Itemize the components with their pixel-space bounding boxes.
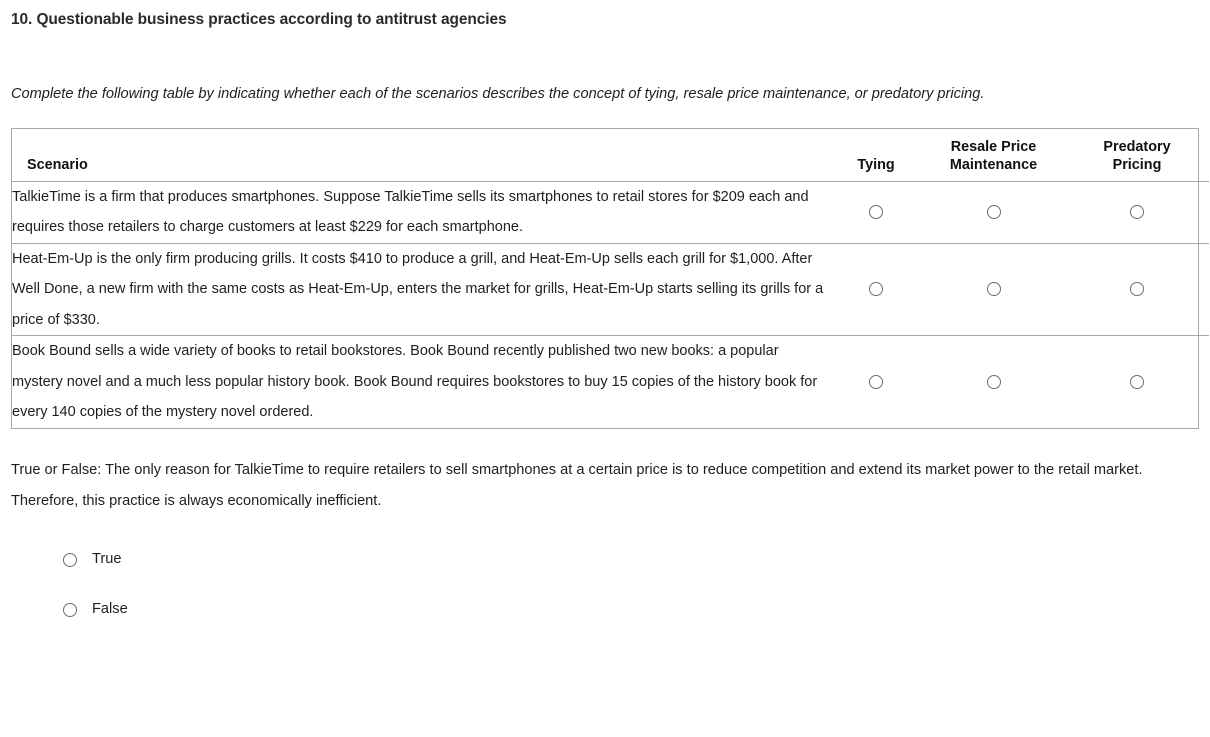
radio-cell-predatory-pricing[interactable] <box>1065 243 1209 336</box>
scenario-text: TalkieTime is a firm that produces smart… <box>12 188 809 236</box>
table-row: Heat-Em-Up is the only firm producing gr… <box>12 243 1209 336</box>
radio-button-tying-row1[interactable] <box>869 204 883 219</box>
column-header-scenario: Scenario <box>12 129 830 182</box>
scenario-table-container: Scenario Tying Resale Price Maintenance … <box>11 128 1209 429</box>
radio-button-rpm-row2[interactable] <box>986 282 1001 297</box>
true-false-options: True False <box>0 517 1210 635</box>
radio-cell-predatory-pricing[interactable] <box>1065 181 1209 243</box>
column-header-tying: Tying <box>830 129 922 182</box>
column-header-predatory-line1: Predatory <box>1103 138 1171 155</box>
table-row: TalkieTime is a firm that produces smart… <box>12 181 1209 243</box>
radio-cell-tying[interactable] <box>830 336 922 428</box>
true-false-option-true-label: True <box>92 551 122 568</box>
instruction-text: Complete the following table by indicati… <box>11 86 985 102</box>
radio-button-true[interactable] <box>63 552 77 567</box>
radio-button-false[interactable] <box>63 602 77 617</box>
scenario-text: Heat-Em-Up is the only firm producing gr… <box>12 250 824 328</box>
column-header-resale-price-maintenance: Resale Price Maintenance <box>922 129 1065 182</box>
table-row: Book Bound sells a wide variety of books… <box>12 336 1209 428</box>
column-header-rpm-line2: Maintenance <box>949 156 1038 173</box>
radio-button-tying-row2[interactable] <box>869 282 883 297</box>
radio-cell-tying[interactable] <box>830 181 922 243</box>
column-header-rpm-line1: Resale Price <box>950 138 1037 155</box>
radio-button-rpm-row1[interactable] <box>986 204 1001 219</box>
table-header-row: Scenario Tying Resale Price Maintenance … <box>12 129 1209 182</box>
radio-button-predatory-row2[interactable] <box>1130 282 1144 297</box>
radio-cell-tying[interactable] <box>830 243 922 336</box>
true-false-option-true[interactable]: True <box>63 535 1210 585</box>
true-false-option-false-label: False <box>92 601 128 618</box>
radio-button-tying-row3[interactable] <box>869 374 883 389</box>
scenario-table: Scenario Tying Resale Price Maintenance … <box>12 129 1209 428</box>
radio-button-predatory-row3[interactable] <box>1130 374 1144 389</box>
scenario-text: Book Bound sells a wide variety of books… <box>12 343 818 420</box>
column-header-predatory-line2: Pricing <box>1112 156 1162 173</box>
radio-button-predatory-row1[interactable] <box>1130 204 1144 219</box>
question-page: 10. Questionable business practices acco… <box>0 0 1210 635</box>
table-body: TalkieTime is a firm that produces smart… <box>12 181 1209 428</box>
radio-cell-predatory-pricing[interactable] <box>1065 336 1209 428</box>
column-header-predatory-pricing: Predatory Pricing <box>1065 129 1209 182</box>
page-title: 10. Questionable business practices acco… <box>11 11 507 28</box>
radio-button-rpm-row3[interactable] <box>986 374 1001 389</box>
radio-cell-resale-price-maintenance[interactable] <box>922 181 1065 243</box>
radio-cell-resale-price-maintenance[interactable] <box>922 336 1065 428</box>
radio-cell-resale-price-maintenance[interactable] <box>922 243 1065 336</box>
true-false-option-false[interactable]: False <box>63 585 1210 635</box>
true-false-statement: True or False: The only reason for Talki… <box>11 461 1143 509</box>
table-header: Scenario Tying Resale Price Maintenance … <box>12 129 1209 182</box>
